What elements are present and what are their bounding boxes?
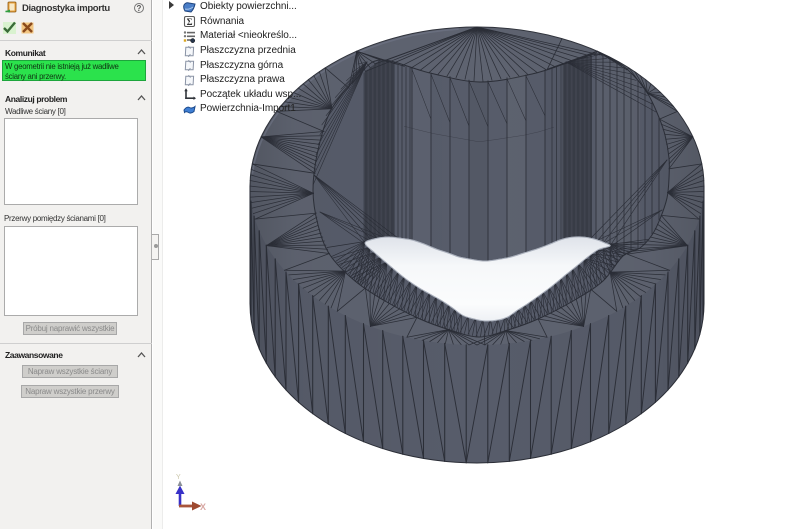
svg-text:Σ: Σ xyxy=(187,17,193,27)
svg-text:X: X xyxy=(200,502,206,512)
svg-text:Y: Y xyxy=(176,474,181,481)
